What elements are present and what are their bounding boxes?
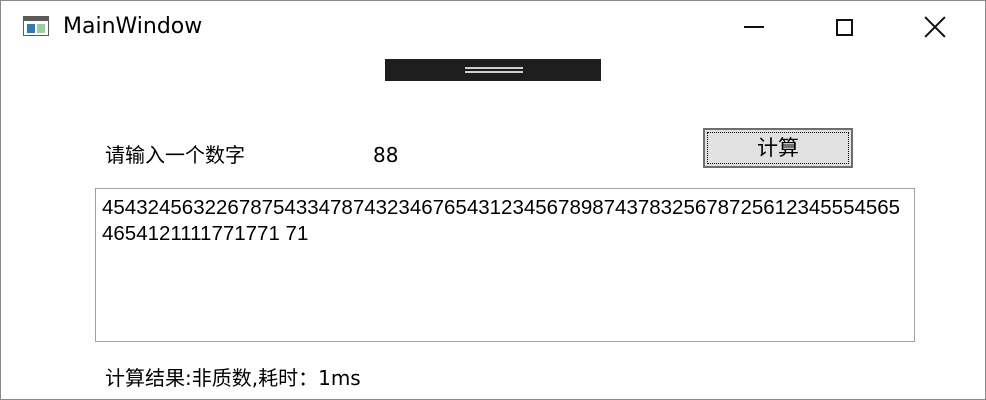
- minimize-button[interactable]: [709, 1, 799, 53]
- calculate-button[interactable]: 计算: [703, 128, 853, 168]
- big-number-textbox[interactable]: 4543245632267875433478743234676543123456…: [95, 188, 915, 342]
- number-value[interactable]: 88: [373, 142, 398, 168]
- title-bar[interactable]: MainWindow: [1, 1, 985, 53]
- minimize-icon: [744, 26, 764, 28]
- prompt-label: 请输入一个数字: [105, 143, 245, 167]
- close-button[interactable]: [890, 1, 980, 53]
- window-title: MainWindow: [63, 14, 203, 39]
- main-window: MainWindow 请输入一个数字 88 计算 454324563226787…: [0, 0, 986, 400]
- big-number-text: 4543245632267875433478743234676543123456…: [102, 196, 901, 245]
- grip-handle-icon: [465, 67, 523, 69]
- calculate-button-label: 计算: [757, 136, 799, 160]
- maximize-button[interactable]: [799, 1, 889, 53]
- close-icon: [924, 16, 946, 38]
- result-label: 计算结果:非质数,耗时：1ms: [105, 366, 361, 390]
- maximize-icon: [835, 18, 853, 36]
- app-window-icon: [23, 16, 49, 36]
- debug-toolbar[interactable]: [385, 59, 601, 81]
